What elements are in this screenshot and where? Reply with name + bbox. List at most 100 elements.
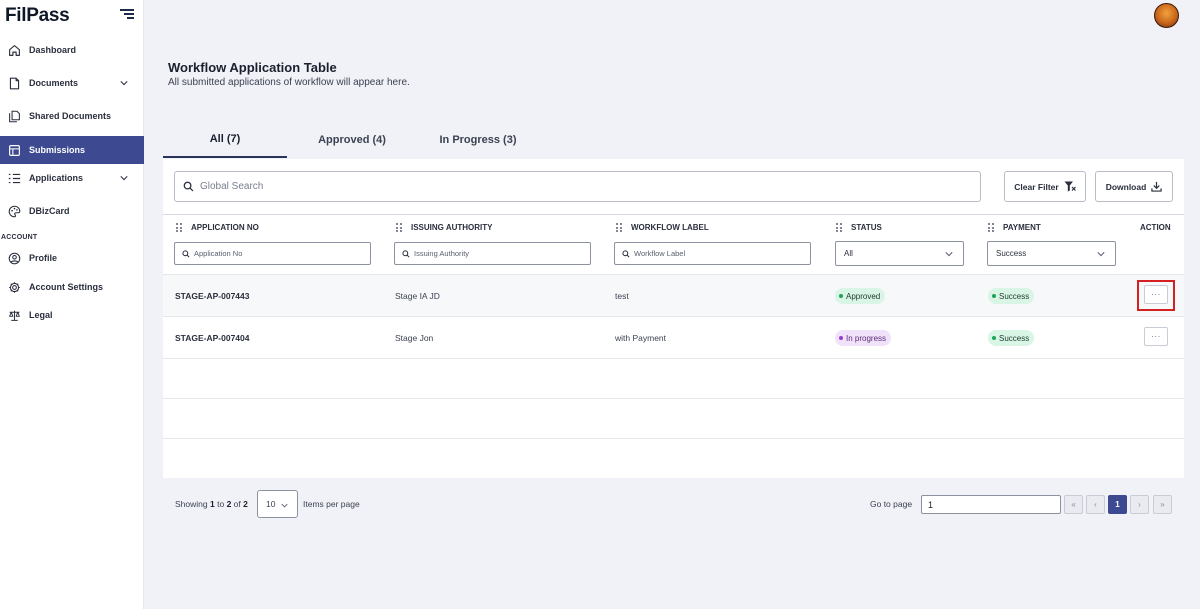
menu-toggle-icon[interactable] — [120, 9, 134, 19]
empty-row — [163, 398, 1184, 440]
sidebar-item-dbizcard[interactable]: DBizCard — [0, 197, 144, 225]
first-page-button[interactable]: « — [1064, 495, 1083, 514]
sidebar: FilPass Dashboard Documents Shared Docum… — [0, 0, 144, 609]
account-section-label: ACCOUNT — [1, 234, 38, 241]
column-header-payment[interactable]: PAYMENT — [988, 223, 1041, 232]
pagination-bar: Showing 1 to 2 of 2 10 Items per page Go… — [163, 478, 1184, 531]
chevron-down-icon — [120, 176, 128, 181]
table-divider — [163, 214, 1184, 215]
column-header-status[interactable]: STATUS — [836, 223, 882, 232]
showing-of-word: of — [233, 499, 241, 509]
showing-text: Showing 1 to 2 of 2 — [175, 499, 248, 509]
payment-badge-label: Success — [999, 333, 1030, 343]
items-per-page-value: 10 — [266, 499, 276, 509]
chevron-down-icon — [281, 503, 288, 508]
global-search-input[interactable] — [200, 181, 960, 192]
showing-total: 2 — [243, 499, 248, 509]
status-badge: In progress — [835, 330, 892, 346]
sidebar-item-account-settings[interactable]: Account Settings — [0, 273, 144, 301]
page-1-button[interactable]: 1 — [1108, 495, 1127, 514]
sidebar-item-label: Applications — [29, 173, 84, 183]
row-actions-button[interactable]: ··· — [1144, 327, 1168, 346]
sidebar-item-documents[interactable]: Documents — [0, 69, 144, 97]
empty-row — [163, 438, 1184, 478]
sidebar-item-label: Submissions — [29, 145, 86, 155]
gear-icon — [9, 281, 20, 293]
chevron-down-icon — [945, 252, 953, 257]
tab-all[interactable]: All (7) — [163, 122, 287, 158]
drag-handle-icon[interactable] — [176, 223, 182, 232]
tab-approved[interactable]: Approved (4) — [290, 122, 414, 158]
sidebar-item-label: DBizCard — [29, 206, 70, 216]
download-label: Download — [1105, 181, 1147, 192]
showing-to-word: to — [217, 499, 225, 509]
goto-page-input[interactable] — [921, 495, 1061, 514]
payment-filter-select[interactable]: Success — [987, 241, 1116, 266]
column-header-label: WORKFLOW LABEL — [631, 223, 709, 232]
search-icon — [183, 181, 194, 192]
sidebar-item-profile[interactable]: Profile — [0, 244, 144, 272]
download-button[interactable]: Download — [1095, 171, 1173, 202]
sidebar-item-submissions[interactable]: Submissions — [0, 136, 144, 164]
issuing-authority-filter-input[interactable] — [414, 249, 574, 258]
drag-handle-icon[interactable] — [988, 223, 994, 232]
column-header-workflow-label[interactable]: WORKFLOW LABEL — [616, 223, 709, 232]
filter-clear-icon — [1064, 181, 1076, 192]
sidebar-item-label: Account Settings — [29, 282, 104, 292]
payment-filter-value: Success — [996, 249, 1027, 258]
next-page-button[interactable]: › — [1130, 495, 1149, 514]
last-page-button[interactable]: » — [1153, 495, 1172, 514]
sidebar-item-dashboard[interactable]: Dashboard — [0, 36, 144, 64]
drag-handle-icon[interactable] — [616, 223, 622, 232]
items-per-page-select[interactable]: 10 — [257, 490, 298, 518]
shared-documents-icon — [9, 110, 20, 122]
download-icon — [1151, 181, 1162, 192]
payment-badge: Success — [988, 330, 1035, 346]
drag-handle-icon[interactable] — [396, 223, 402, 232]
status-filter-select[interactable]: All — [835, 241, 964, 266]
chevron-down-icon — [120, 81, 128, 86]
page-subtitle: All submitted applications of workflow w… — [168, 77, 410, 88]
highlight-box — [1137, 280, 1175, 311]
column-header-label: STATUS — [851, 223, 882, 232]
search-icon — [622, 249, 630, 258]
sidebar-item-applications[interactable]: Applications — [0, 164, 144, 192]
sidebar-item-shared-documents[interactable]: Shared Documents — [0, 102, 144, 130]
application-no-cell: STAGE-AP-007404 — [175, 333, 250, 343]
drag-handle-icon[interactable] — [836, 223, 842, 232]
workflow-label-filter[interactable] — [614, 242, 811, 265]
clear-filter-button[interactable]: Clear Filter — [1004, 171, 1086, 202]
palette-icon — [8, 205, 21, 217]
global-search[interactable] — [174, 171, 981, 202]
sidebar-item-legal[interactable]: Legal — [0, 301, 144, 329]
items-per-page-label: Items per page — [303, 499, 360, 509]
issuing-authority-filter[interactable] — [394, 242, 591, 265]
issuing-authority-cell: Stage Jon — [395, 333, 434, 343]
tab-in-progress[interactable]: In Progress (3) — [416, 122, 540, 158]
sidebar-item-label: Shared Documents — [29, 111, 112, 121]
sidebar-item-label: Documents — [29, 78, 79, 88]
status-filter-value: All — [844, 249, 853, 258]
document-icon — [9, 77, 20, 89]
chevron-down-icon — [1097, 252, 1105, 257]
column-header-label: ISSUING AUTHORITY — [411, 223, 493, 232]
column-header-label: ACTION — [1140, 223, 1171, 232]
column-header-label: PAYMENT — [1003, 223, 1041, 232]
empty-row — [163, 358, 1184, 400]
showing-to: 2 — [226, 499, 232, 509]
column-header-issuing-authority[interactable]: ISSUING AUTHORITY — [396, 223, 492, 232]
showing-prefix: Showing — [175, 499, 208, 509]
page-title: Workflow Application Table — [168, 60, 337, 75]
search-icon — [402, 249, 410, 258]
home-icon — [9, 44, 20, 56]
search-icon — [182, 249, 190, 258]
app-logo[interactable]: FilPass — [5, 5, 70, 27]
previous-page-button[interactable]: ‹ — [1086, 495, 1105, 514]
user-avatar[interactable] — [1154, 3, 1179, 28]
workflow-label-filter-input[interactable] — [634, 249, 794, 258]
workflow-label-cell: test — [615, 291, 629, 301]
column-header-application-no[interactable]: APPLICATION NO — [176, 223, 259, 232]
application-no-filter[interactable] — [174, 242, 371, 265]
column-header-action: ACTION — [1140, 223, 1171, 232]
application-no-filter-input[interactable] — [194, 249, 354, 258]
